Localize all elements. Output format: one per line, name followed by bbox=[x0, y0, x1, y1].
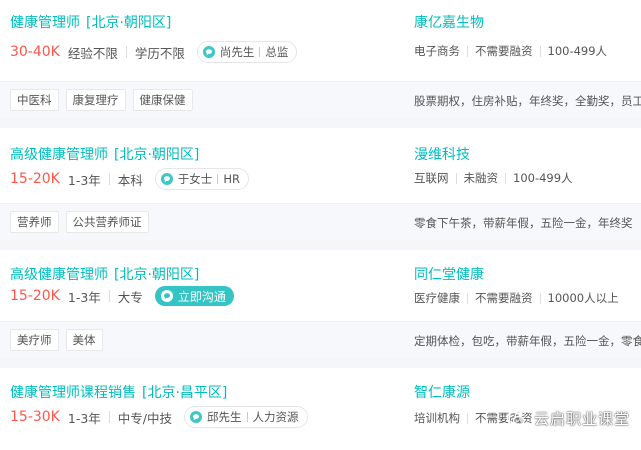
watermark-text: 云启职业课堂 bbox=[534, 410, 631, 428]
job-location: [北京·朝阳区] bbox=[114, 267, 200, 283]
company-industry: 医疗健康 bbox=[414, 291, 460, 305]
chat-bubble-icon bbox=[160, 173, 173, 185]
company-industry: 培训机构 bbox=[414, 411, 460, 425]
chat-bubble-icon bbox=[202, 46, 215, 58]
recruiter-role: 总监 bbox=[265, 45, 289, 59]
salary: 30-40K bbox=[10, 44, 60, 60]
divider bbox=[259, 47, 261, 57]
divider bbox=[467, 45, 468, 57]
experience: 1-3年 bbox=[67, 289, 101, 305]
job-card[interactable]: 高级健康管理师 [北京·朝阳区] 15-20K 1-3年 本科 于女士 HR 漫维… bbox=[0, 128, 641, 240]
divider bbox=[539, 292, 541, 304]
divider bbox=[108, 173, 110, 185]
company-industry: 互联网 bbox=[414, 171, 449, 185]
education: 学历不限 bbox=[134, 45, 185, 61]
company-name[interactable]: 漫维科技 bbox=[414, 144, 470, 164]
divider bbox=[125, 46, 127, 58]
recruiter-role: 人力资源 bbox=[252, 410, 299, 424]
benefits: 零食下午茶，带薪年假，五险一金，年终奖 bbox=[414, 216, 633, 230]
company-name[interactable]: 同仁堂健康 bbox=[414, 264, 484, 284]
recruiter-chip[interactable]: 尚先生 总监 bbox=[196, 41, 298, 63]
job-title[interactable]: 高级健康管理师 bbox=[10, 267, 108, 283]
company-size: 10000人以上 bbox=[547, 291, 619, 305]
job-location: [北京·昌平区] bbox=[142, 385, 228, 401]
divider bbox=[467, 412, 468, 424]
skill-tag: 美疗师 bbox=[10, 329, 59, 351]
experience: 1-3年 bbox=[67, 410, 101, 426]
skill-tag: 营养师 bbox=[10, 211, 59, 233]
benefits: 定期体检，包吃，带薪年假，五险一金，零食 bbox=[414, 334, 641, 348]
chat-now-button[interactable]: 立即沟通 bbox=[154, 286, 234, 306]
job-card[interactable]: 高级健康管理师 [北京·朝阳区] 15-20K 1-3年 大专 立即沟通 同仁堂健… bbox=[0, 250, 641, 358]
skill-tag: 公共营养师证 bbox=[65, 211, 149, 233]
education: 大专 bbox=[117, 289, 143, 305]
divider bbox=[455, 172, 457, 184]
recruiter-chip[interactable]: 于女士 HR bbox=[154, 168, 249, 190]
company-name[interactable]: 智仁康源 bbox=[414, 382, 470, 402]
job-title-link[interactable]: 高级健康管理师 [北京·朝阳区] bbox=[10, 264, 199, 284]
job-title[interactable]: 高级健康管理师 bbox=[10, 147, 108, 163]
divider bbox=[539, 45, 541, 57]
job-title-link[interactable]: 健康管理师课程销售 [北京·昌平区] bbox=[10, 382, 227, 402]
salary: 15-30K bbox=[10, 409, 60, 425]
salary: 15-20K bbox=[10, 288, 60, 304]
company-funding: 不需要融资 bbox=[475, 291, 533, 305]
recruiter-name: 于女士 bbox=[177, 172, 213, 186]
experience: 1-3年 bbox=[67, 172, 101, 188]
job-location: [北京·朝阳区] bbox=[114, 147, 200, 163]
job-title[interactable]: 健康管理师课程销售 bbox=[10, 385, 136, 401]
skill-tag: 健康保健 bbox=[132, 89, 193, 111]
wechat-icon bbox=[506, 411, 525, 425]
chat-bubble-icon bbox=[190, 411, 203, 423]
job-title-link[interactable]: 健康管理师 [北京·朝阳区] bbox=[10, 12, 171, 32]
chat-bubble-icon bbox=[160, 290, 173, 302]
salary: 15-20K bbox=[10, 171, 60, 187]
recruiter-name: 邱先生 bbox=[207, 410, 242, 424]
recruiter-role: HR bbox=[223, 172, 240, 186]
job-location: [北京·朝阳区] bbox=[86, 15, 172, 31]
divider bbox=[217, 174, 219, 184]
experience: 经验不限 bbox=[67, 45, 118, 61]
company-funding: 不需要融资 bbox=[475, 44, 533, 58]
recruiter-name: 尚先生 bbox=[219, 45, 255, 59]
education: 中专/中技 bbox=[117, 410, 173, 426]
skill-tag: 康复理疗 bbox=[65, 89, 126, 111]
divider bbox=[246, 412, 248, 422]
company-size: 100-499人 bbox=[513, 171, 573, 185]
chat-now-label: 立即沟通 bbox=[177, 289, 226, 304]
divider bbox=[505, 172, 506, 184]
divider bbox=[108, 290, 110, 302]
divider bbox=[467, 292, 468, 304]
job-title[interactable]: 健康管理师 bbox=[10, 15, 80, 31]
benefits: 股票期权，住房补贴，年终奖，全勤奖，员工 bbox=[414, 94, 641, 108]
job-title-link[interactable]: 高级健康管理师 [北京·朝阳区] bbox=[10, 144, 199, 164]
watermark: 云启职业课堂 bbox=[506, 408, 630, 429]
divider bbox=[108, 411, 110, 423]
education: 本科 bbox=[117, 172, 143, 188]
recruiter-chip[interactable]: 邱先生 人力资源 bbox=[184, 406, 308, 428]
skill-tag: 美体 bbox=[65, 329, 103, 351]
company-funding: 未融资 bbox=[463, 171, 499, 185]
company-industry: 电子商务 bbox=[414, 44, 460, 58]
company-name[interactable]: 康亿嘉生物 bbox=[414, 12, 484, 32]
company-size: 100-499人 bbox=[547, 44, 608, 58]
skill-tag: 中医科 bbox=[10, 89, 59, 111]
job-card[interactable]: 健康管理师 [北京·朝阳区] 30-40K 经验不限 学历不限 尚先生 总监 康亿… bbox=[0, 0, 641, 118]
